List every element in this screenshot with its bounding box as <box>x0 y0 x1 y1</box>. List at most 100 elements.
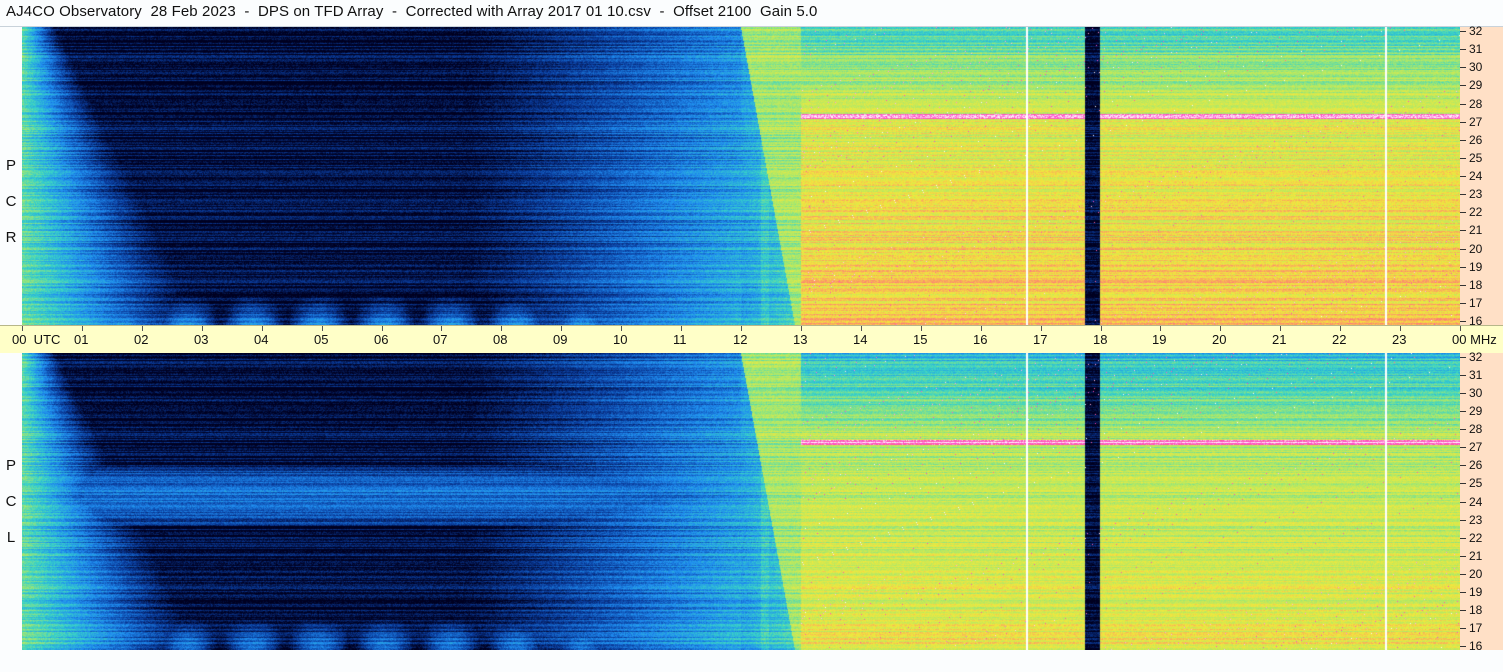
lcp-letter-p: P <box>5 457 16 474</box>
freq-tick-label: 18 <box>1469 278 1483 292</box>
freq-tick-label: 30 <box>1469 386 1483 400</box>
freq-tick-label: 21 <box>1469 223 1483 237</box>
time-tick-label: 23 <box>1392 332 1407 347</box>
freq-tick <box>1460 140 1466 141</box>
time-tick <box>1460 326 1461 331</box>
time-tick <box>262 326 263 331</box>
time-tick <box>1280 326 1281 331</box>
lcp-heatmap-canvas <box>22 353 1460 650</box>
spectrogram-window: AJ4CO Observatory 28 Feb 2023 - DPS on T… <box>0 0 1503 672</box>
time-tick-label: 19 <box>1152 332 1167 347</box>
freq-tick-label: 30 <box>1469 60 1483 74</box>
freq-tick-label: 17 <box>1469 621 1483 635</box>
freq-tick-label: 32 <box>1469 350 1483 364</box>
lcp-letter-c: C <box>5 493 17 510</box>
bottom-margin <box>0 650 1503 672</box>
freq-tick-label: 19 <box>1469 260 1483 274</box>
time-tick-label: 17 <box>1033 332 1048 347</box>
freq-tick-label: 26 <box>1469 133 1483 147</box>
rcp-frequency-axis: 32 31 30 29 28 27 26 25 24 23 22 21 20 19 18 17 16 <box>1460 24 1503 328</box>
freq-tick-label: 26 <box>1469 458 1483 472</box>
freq-tick-label: 19 <box>1469 585 1483 599</box>
freq-tick <box>1460 158 1466 159</box>
freq-tick-label: 27 <box>1469 440 1483 454</box>
time-tick <box>1340 326 1341 331</box>
freq-tick-label: 21 <box>1469 549 1483 563</box>
time-tick-label: 09 <box>553 332 568 347</box>
time-tick-label: 20 <box>1212 332 1227 347</box>
time-tick <box>741 326 742 331</box>
freq-tick <box>1460 31 1466 32</box>
freq-tick-label: 29 <box>1469 78 1483 92</box>
time-tick-label: 04 <box>254 332 269 347</box>
freq-tick-label: 24 <box>1469 169 1483 183</box>
freq-tick-label: 17 <box>1469 296 1483 310</box>
freq-tick <box>1460 321 1466 322</box>
time-tick-label: 16 <box>973 332 988 347</box>
lcp-letter-l: L <box>6 529 16 546</box>
freq-tick-label: 27 <box>1469 115 1483 129</box>
freq-tick <box>1460 538 1466 539</box>
freq-tick <box>1460 465 1466 466</box>
freq-tick <box>1460 176 1466 177</box>
freq-tick-label: 28 <box>1469 422 1483 436</box>
time-tick-label: 11 <box>673 332 687 347</box>
time-tick <box>621 326 622 331</box>
time-tick <box>22 326 23 331</box>
time-tick-label: 03 <box>194 332 209 347</box>
time-tick-label: 07 <box>433 332 448 347</box>
freq-tick <box>1460 85 1466 86</box>
freq-tick <box>1460 429 1466 430</box>
freq-tick-label: 31 <box>1469 42 1483 56</box>
rcp-letter-p: P <box>5 157 16 174</box>
time-tick <box>501 326 502 331</box>
chart-title: AJ4CO Observatory 28 Feb 2023 - DPS on T… <box>6 3 818 20</box>
rcp-heatmap-canvas <box>22 27 1460 325</box>
time-axis: 00 UTC 01 02 03 04 05 06 07 08 09 10 11 12 13 14 15 16 17… <box>0 325 1503 354</box>
freq-tick-label: 23 <box>1469 513 1483 527</box>
time-tick <box>1160 326 1161 331</box>
freq-tick <box>1460 285 1466 286</box>
time-tick <box>561 326 562 331</box>
time-tick <box>322 326 323 331</box>
freq-tick <box>1460 592 1466 593</box>
lcp-side-label: L C P <box>0 353 22 650</box>
title-bar: AJ4CO Observatory 28 Feb 2023 - DPS on T… <box>0 0 1503 27</box>
freq-tick-label: 24 <box>1469 495 1483 509</box>
time-tick-label: 13 <box>793 332 808 347</box>
freq-tick-label: 31 <box>1469 368 1483 382</box>
freq-tick <box>1460 122 1466 123</box>
time-tick-label: 08 <box>493 332 508 347</box>
freq-tick <box>1460 212 1466 213</box>
freq-tick <box>1460 628 1466 629</box>
freq-tick <box>1460 67 1466 68</box>
freq-tick <box>1460 357 1466 358</box>
freq-tick-label: 32 <box>1469 24 1483 38</box>
time-tick <box>921 326 922 331</box>
time-tick <box>681 326 682 331</box>
rcp-letter-r: R <box>5 229 17 246</box>
time-tick-label: 02 <box>134 332 149 347</box>
freq-tick-label: 23 <box>1469 187 1483 201</box>
freq-tick <box>1460 411 1466 412</box>
time-tick <box>801 326 802 331</box>
time-tick-label: 05 <box>314 332 329 347</box>
freq-tick-label: 22 <box>1469 205 1483 219</box>
time-tick <box>1101 326 1102 331</box>
freq-tick-label: 22 <box>1469 531 1483 545</box>
time-tick <box>382 326 383 331</box>
time-tick <box>861 326 862 331</box>
time-tick-label: 15 <box>913 332 928 347</box>
freq-tick <box>1460 610 1466 611</box>
freq-tick <box>1460 502 1466 503</box>
freq-tick <box>1460 447 1466 448</box>
freq-tick <box>1460 104 1466 105</box>
time-tick-label: 00 MHz <box>1452 332 1497 347</box>
time-tick-label: 00 UTC <box>12 332 61 347</box>
freq-tick-label: 25 <box>1469 151 1483 165</box>
time-tick <box>981 326 982 331</box>
freq-tick <box>1460 249 1466 250</box>
freq-tick-label: 29 <box>1469 404 1483 418</box>
time-tick <box>1041 326 1042 331</box>
time-tick <box>142 326 143 331</box>
